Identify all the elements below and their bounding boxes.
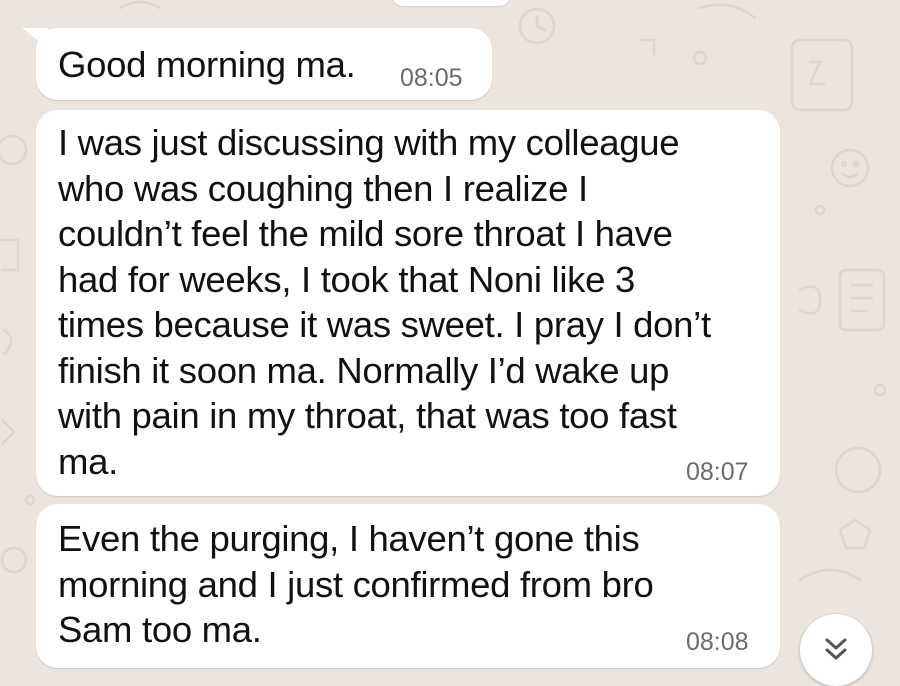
message-timestamp: 08:07 xyxy=(686,458,749,486)
bubble-tail xyxy=(22,28,48,48)
message-bubble[interactable]: Good morning ma. 08:05 xyxy=(22,28,492,100)
chat-area: Good morning ma. 08:05 I was just discus… xyxy=(0,0,900,686)
message-text: I was just discussing with my colleague … xyxy=(58,122,711,482)
message-text: Good morning ma. xyxy=(58,44,356,85)
message-bubble[interactable]: Even the purging, I haven’t gone this mo… xyxy=(36,504,780,668)
message-timestamp: 08:08 xyxy=(686,628,749,656)
scroll-to-bottom-button[interactable] xyxy=(800,614,872,686)
message-text: Even the purging, I haven’t gone this mo… xyxy=(58,518,654,650)
message-bubble[interactable]: I was just discussing with my colleague … xyxy=(36,110,780,496)
double-chevron-down-icon xyxy=(825,638,847,660)
message-timestamp: 08:05 xyxy=(400,64,463,92)
previous-message-bubble-edge xyxy=(392,0,510,6)
